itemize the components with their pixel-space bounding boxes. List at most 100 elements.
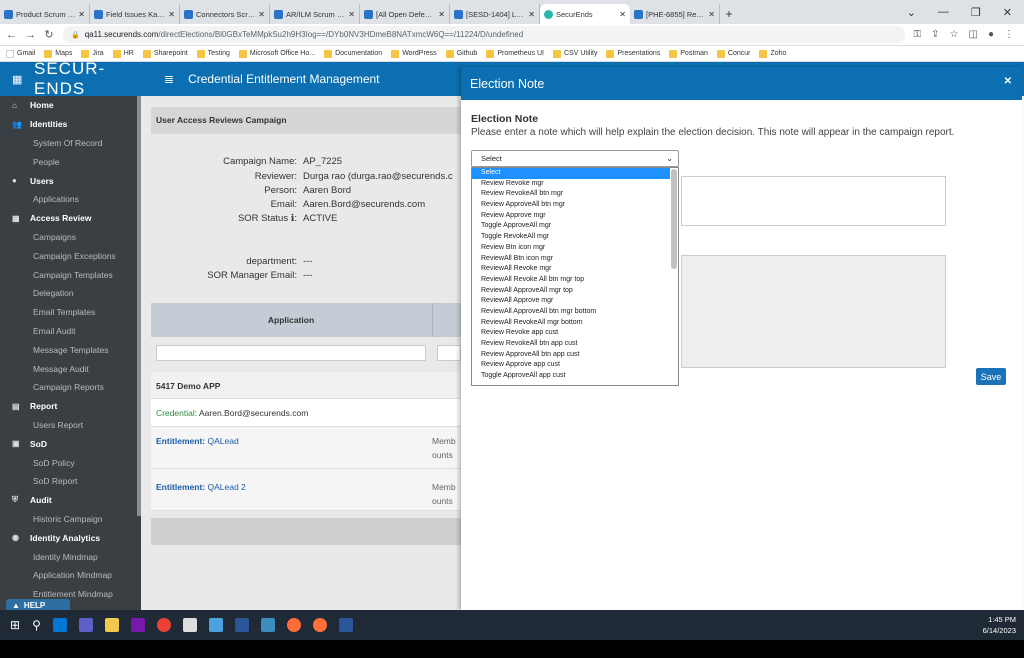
sidebar-item-sod[interactable]: ▣ SoD: [0, 434, 141, 453]
sidebar-item-report[interactable]: ▤ Report: [0, 397, 141, 416]
app-icon[interactable]: [260, 618, 275, 632]
dropdown-scrollbar[interactable]: [671, 169, 677, 269]
info-icon[interactable]: ℹ: [291, 213, 295, 224]
bookmark-item[interactable]: Zoho: [759, 49, 786, 58]
bookmark-item[interactable]: Maps: [44, 49, 72, 58]
sidebar-item-identity-mindmap[interactable]: Identity Mindmap: [0, 547, 141, 566]
sidebar-item-audit[interactable]: ⛨ Audit: [0, 491, 141, 510]
column-header-application[interactable]: Application: [151, 303, 431, 337]
select-option[interactable]: Review Approve mgr: [472, 211, 670, 222]
bookmark-item[interactable]: Microsoft Office Ho...: [238, 49, 315, 58]
select-option[interactable]: Review RevokeAll btn mgr: [472, 189, 670, 200]
sidebar-item-identity-analytics[interactable]: ◉ Identity Analytics: [0, 528, 141, 547]
select-option[interactable]: Review Approve app cust: [472, 360, 670, 371]
key-icon[interactable]: ⚿: [914, 29, 922, 40]
bookmark-item[interactable]: WordPress: [391, 49, 437, 58]
sidebar-item-access-review[interactable]: ▦ Access Review: [0, 209, 141, 228]
star-icon[interactable]: ☆: [950, 29, 959, 40]
bookmark-item[interactable]: Testing: [196, 49, 230, 58]
bookmark-item[interactable]: Jira: [81, 49, 104, 58]
close-icon[interactable]: ✕: [1004, 76, 1012, 87]
profile-icon[interactable]: ●: [988, 29, 994, 40]
onenote-icon[interactable]: [130, 618, 145, 632]
sidebar-item-application-mindmap[interactable]: Application Mindmap: [0, 566, 141, 585]
bookmark-item[interactable]: Presentations: [606, 49, 660, 58]
minimize-icon[interactable]: —: [938, 6, 949, 18]
bookmark-item[interactable]: HR: [112, 49, 134, 58]
sidebar-item-campaign-reports[interactable]: Campaign Reports: [0, 378, 141, 397]
sidepanel-icon[interactable]: ◫: [969, 29, 978, 40]
close-tab-icon[interactable]: ✕: [528, 10, 535, 19]
browser-tab[interactable]: AR/ILM Scrum Board✕: [270, 4, 360, 24]
close-tab-icon[interactable]: ✕: [168, 10, 175, 19]
windows-start-icon[interactable]: ⊞: [10, 618, 20, 632]
close-window-icon[interactable]: ✕: [1003, 6, 1012, 19]
browser-tab[interactable]: Field Issues Kanban✕: [90, 4, 180, 24]
select-option[interactable]: ReviewAll Approve mgr: [472, 296, 670, 307]
browser-tab[interactable]: SecurEnds ✕: [540, 4, 630, 24]
bookmark-item[interactable]: Postman: [669, 49, 708, 58]
select-option[interactable]: Review RevokeAll btn app cust: [472, 339, 670, 350]
share-icon[interactable]: ⇪: [931, 29, 939, 40]
sidebar-item-message-audit[interactable]: Message Audit: [0, 359, 141, 378]
reload-icon[interactable]: ↻: [44, 28, 54, 41]
select-option[interactable]: Toggle RevokeAll mgr: [472, 232, 670, 243]
browser-tab[interactable]: [PHE-6855] Redesign✕: [630, 4, 720, 24]
select-option[interactable]: ReviewAll Btn icon mgr: [472, 254, 670, 265]
browser-tab[interactable]: [SESD-1404] Lumeric✕: [450, 4, 540, 24]
bookmark-item[interactable]: Github: [445, 49, 477, 58]
sidebar-item-sod-policy[interactable]: SoD Policy: [0, 453, 141, 472]
application-filter-input[interactable]: [156, 345, 426, 361]
chrome-icon[interactable]: [156, 618, 171, 632]
sidebar-item-users-report[interactable]: Users Report: [0, 416, 141, 435]
sidebar-item-sod-report[interactable]: SoD Report: [0, 472, 141, 491]
select-option[interactable]: Select: [472, 168, 670, 179]
sidebar-item-system-of-record[interactable]: System Of Record: [0, 134, 141, 153]
select-option[interactable]: Review ApproveAll btn mgr: [472, 200, 670, 211]
close-tab-icon[interactable]: ✕: [348, 10, 355, 19]
select-option[interactable]: Review Revoke mgr: [472, 179, 670, 190]
apps-grid-icon[interactable]: ▦: [12, 73, 26, 86]
paint-icon[interactable]: [182, 618, 197, 632]
new-tab-icon[interactable]: +: [720, 4, 738, 24]
bookmark-item[interactable]: Gmail: [6, 49, 35, 58]
sidebar-item-users[interactable]: ● Users: [0, 171, 141, 190]
select-option[interactable]: Toggle ApproveAll mgr: [472, 221, 670, 232]
restore-icon[interactable]: ❐: [971, 6, 981, 19]
postman-icon[interactable]: [286, 618, 301, 632]
sidebar-item-campaign-exceptions[interactable]: Campaign Exceptions: [0, 246, 141, 265]
select-option[interactable]: ReviewAll Revoke mgr: [472, 264, 670, 275]
note-textarea[interactable]: [681, 176, 946, 226]
sidebar-item-campaigns[interactable]: Campaigns: [0, 228, 141, 247]
select-option[interactable]: ReviewAll RevokeAll mgr bottom: [472, 318, 670, 329]
close-tab-icon[interactable]: ✕: [708, 10, 715, 19]
select-option[interactable]: Review Btn icon mgr: [472, 243, 670, 254]
sidebar-item-message-templates[interactable]: Message Templates: [0, 340, 141, 359]
url-field[interactable]: 🔒 qa11.securends.com/directElections/Bl0…: [63, 26, 905, 43]
bookmark-item[interactable]: Documentation: [324, 49, 382, 58]
firefox-icon[interactable]: [312, 618, 327, 632]
bookmark-item[interactable]: Sharepoint: [142, 49, 188, 58]
sidebar-item-email-audit[interactable]: Email Audit: [0, 322, 141, 341]
select-option[interactable]: Review Revoke app cust: [472, 328, 670, 339]
sidebar-item-historic-campaign[interactable]: Historic Campaign: [0, 510, 141, 529]
sidebar-item-applications[interactable]: Applications: [0, 190, 141, 209]
sidebar-item-people[interactable]: People: [0, 152, 141, 171]
close-tab-icon[interactable]: ✕: [78, 10, 85, 19]
select-option[interactable]: Review ApproveAll btn app cust: [472, 350, 670, 361]
sidebar-item-delegation[interactable]: Delegation: [0, 284, 141, 303]
note-select[interactable]: Select ⌄: [471, 150, 679, 167]
sidebar-item-email-templates[interactable]: Email Templates: [0, 303, 141, 322]
word-icon[interactable]: [338, 618, 353, 632]
bookmark-item[interactable]: Prometheus UI: [486, 49, 544, 58]
close-tab-icon[interactable]: ✕: [619, 10, 626, 19]
file-explorer-icon[interactable]: [104, 618, 119, 632]
back-icon[interactable]: ←: [6, 29, 17, 41]
bookmark-item[interactable]: Concur: [716, 49, 750, 58]
snipping-tool-icon[interactable]: [208, 618, 223, 632]
search-icon[interactable]: ⚲: [32, 618, 41, 632]
bookmark-item[interactable]: CSV Utility: [553, 49, 597, 58]
teams-icon[interactable]: [78, 618, 93, 632]
select-option[interactable]: ReviewAll Revoke All btn mgr top: [472, 275, 670, 286]
select-option[interactable]: Toggle ApproveAll app cust: [472, 371, 670, 382]
